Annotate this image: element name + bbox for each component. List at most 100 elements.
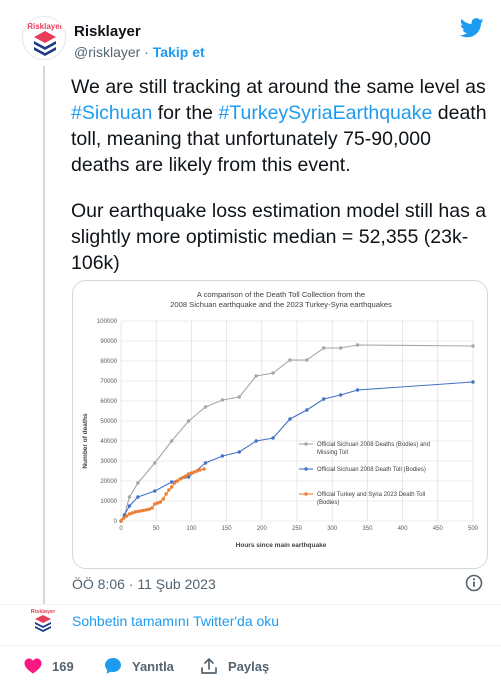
chart-data-point — [169, 439, 174, 443]
chart-x-tick-label: 150 — [222, 526, 233, 532]
chart-data-point — [136, 481, 140, 485]
chart-y-tick-label: 10000 — [100, 499, 117, 505]
chart-data-point — [127, 504, 132, 508]
chart-title-line1: A comparison of the Death Toll Collectio… — [197, 290, 365, 299]
share-button[interactable]: Paylaş — [200, 655, 269, 677]
chart-data-point — [471, 380, 475, 384]
tweet-paragraph-2: Our earthquake loss estimation model sti… — [71, 200, 487, 274]
p1-prefix: We are still tracking at around the same… — [71, 76, 486, 98]
chart-x-tick-label: 450 — [433, 526, 444, 532]
follow-button[interactable]: Takip et — [153, 44, 205, 60]
chart-data-point — [338, 346, 343, 350]
tweet-text: We are still tracking at around the same… — [71, 74, 489, 296]
chart-data-point — [322, 346, 326, 350]
legend-label: Official Sichuan 2008 Deaths (Bodies) an… — [317, 442, 430, 456]
twitter-bird-icon[interactable] — [460, 18, 484, 38]
chart-data-point — [141, 508, 146, 513]
chart-data-point — [305, 408, 309, 412]
author-name[interactable]: Risklayer — [74, 23, 205, 40]
chart-x-tick-label: 100 — [186, 526, 197, 532]
chart-data-point — [237, 450, 241, 454]
tweet-header: Risklayer Risklayer @risklayer · Takip e… — [22, 16, 492, 66]
reply-button[interactable]: Yanıtla — [104, 655, 174, 677]
chart-x-tick-label: 200 — [257, 526, 268, 532]
chart-data-point — [237, 395, 241, 399]
chart-data-point — [220, 398, 225, 402]
hashtag-sichuan[interactable]: #Sichuan — [71, 102, 152, 124]
chart-data-point — [161, 497, 165, 501]
chart-data-point — [172, 481, 177, 485]
legend-label: Official Turkey and Syria 2023 Death Tol… — [317, 492, 425, 506]
hashtag-turkeysyriaearthquake[interactable]: #TurkeySyriaEarthquake — [218, 102, 432, 124]
chart-data-point — [220, 454, 225, 458]
chart-data-point — [184, 474, 188, 478]
author-avatar[interactable]: Risklayer — [22, 16, 66, 60]
chart-data-point — [127, 495, 132, 499]
chart-data-point — [139, 509, 143, 513]
chart-data-point — [271, 436, 275, 440]
chart-x-tick-label: 350 — [362, 526, 373, 532]
chart-data-point — [305, 358, 309, 362]
chart-y-tick-label: 60000 — [100, 399, 117, 405]
info-icon[interactable] — [465, 574, 483, 592]
chart-title-line2: 2008 Sichuan earthquake and the 2023 Tur… — [170, 300, 392, 309]
chart-data-point — [158, 500, 163, 504]
chart-data-point — [124, 514, 129, 518]
share-label: Paylaş — [228, 658, 270, 674]
author-handle[interactable]: @risklayer — [74, 44, 140, 60]
legend-swatch-marker — [304, 442, 308, 446]
divider — [0, 645, 501, 646]
like-button[interactable]: 169 — [24, 655, 74, 677]
reply-bubble-icon — [105, 658, 121, 674]
chart-data-point — [144, 508, 149, 512]
chart-data-point — [133, 510, 137, 514]
chart-y-tick-label: 90000 — [100, 339, 117, 345]
chart-data-point — [338, 393, 343, 397]
chart-data-point — [203, 405, 208, 409]
tweet-timestamp[interactable]: ÖÖ 8:06 · 11 Şub 2023 — [72, 576, 216, 592]
share-icon — [201, 658, 217, 674]
chart-y-tick-label: 20000 — [100, 479, 117, 485]
logo-text: Risklayer — [27, 22, 63, 31]
author-handle-line: @risklayer · Takip et — [74, 44, 205, 60]
chart-x-tick-label: 0 — [119, 526, 123, 532]
read-full-conversation-link[interactable]: Sohbetin tamamını Twitter'da oku — [72, 613, 279, 629]
legend-swatch-marker — [304, 467, 308, 471]
chart-x-tick-label: 400 — [398, 526, 409, 532]
separator: · — [144, 44, 149, 60]
chart-data-point — [167, 488, 171, 492]
author-block: Risklayer @risklayer · Takip et — [74, 23, 205, 60]
thread-line — [43, 66, 45, 604]
reply-label: Yanıtla — [132, 658, 174, 674]
tweet-paragraph-1: We are still tracking at around the same… — [71, 74, 489, 178]
chart-data-point — [254, 374, 258, 378]
chart-data-point — [175, 479, 180, 483]
chart-x-tick-label: 50 — [153, 526, 160, 532]
chart-data-point — [355, 343, 360, 347]
risklayer-small-logo: Risklayer — [31, 609, 56, 632]
chart-data-point — [271, 371, 275, 375]
chart-x-tick-label: 250 — [292, 526, 303, 532]
chart-data-point — [169, 485, 174, 489]
chart-y-tick-label: 80000 — [100, 359, 117, 365]
chart-data-point — [186, 419, 191, 423]
chart-data-point — [322, 397, 326, 401]
chart-data-point — [150, 506, 154, 510]
chart-data-point — [153, 489, 157, 493]
chart-data-point — [198, 468, 202, 472]
chart-y-tick-label: 0 — [114, 519, 118, 525]
chart-data-point — [471, 344, 475, 348]
legend-swatch-marker — [304, 492, 308, 496]
death-toll-chart: A comparison of the Death Toll Collectio… — [82, 290, 479, 549]
p1-mid: for the — [152, 102, 219, 124]
chart-data-point — [122, 516, 126, 520]
risklayer-logo: Risklayer — [27, 22, 63, 56]
like-count: 169 — [52, 658, 74, 674]
heart-icon — [24, 658, 42, 674]
chart-y-tick-label: 30000 — [100, 459, 117, 465]
small-logo-text: Risklayer — [31, 609, 56, 615]
chart-data-point — [153, 461, 157, 465]
legend-label: Official Sichuan 2008 Death Toll (Bodies… — [317, 467, 426, 473]
chart-y-tick-label: 70000 — [100, 379, 117, 385]
chart-image[interactable]: A comparison of the Death Toll Collectio… — [72, 280, 488, 569]
